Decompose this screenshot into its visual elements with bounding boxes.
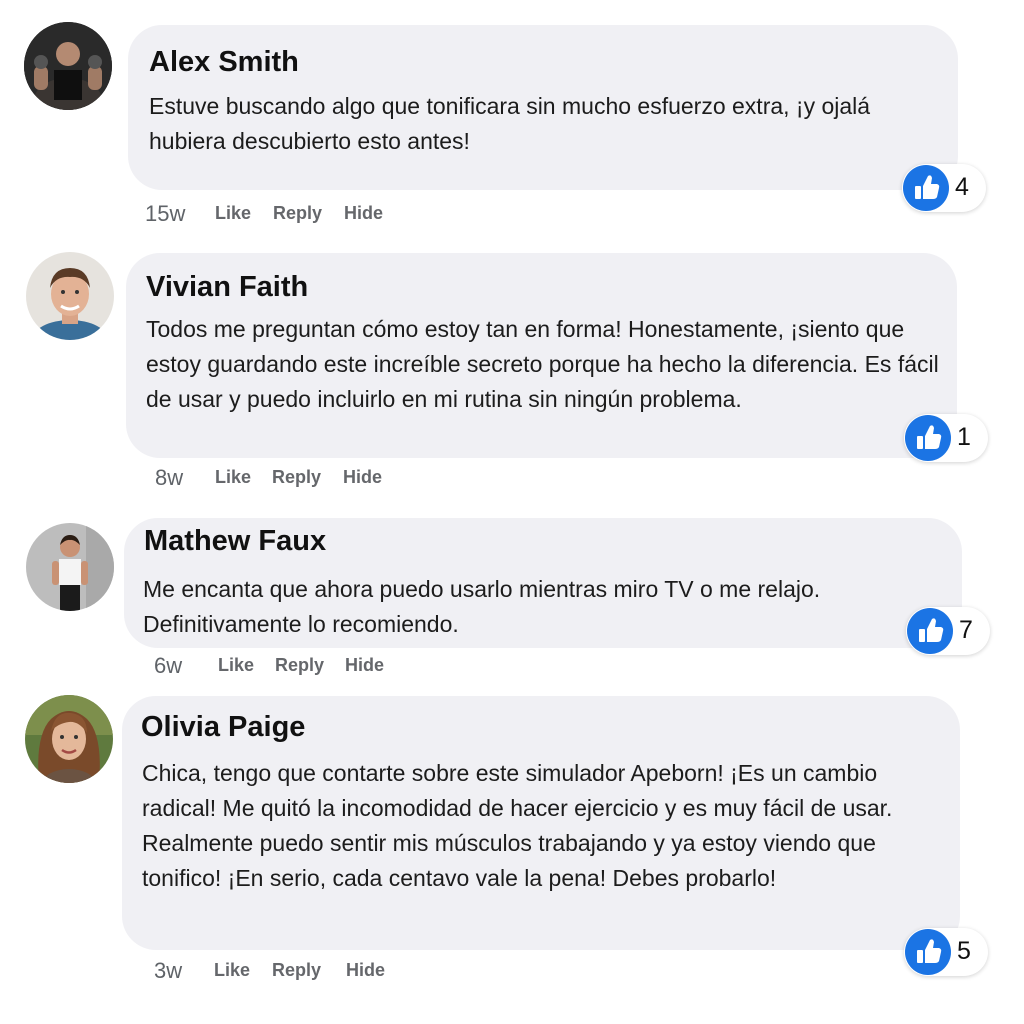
hide-button[interactable]: Hide (346, 960, 385, 981)
like-button[interactable]: Like (214, 960, 250, 981)
comment-text: Estuve buscando algo que tonificara sin … (149, 93, 871, 154)
like-button[interactable]: Like (215, 467, 251, 488)
comment-text: Todos me preguntan cómo estoy tan en for… (146, 316, 939, 412)
reply-button[interactable]: Reply (272, 960, 321, 981)
comment-text: Chica, tengo que contarte sobre este sim… (142, 760, 893, 891)
reply-button[interactable]: Reply (273, 203, 322, 224)
like-button[interactable]: Like (215, 203, 251, 224)
avatar[interactable] (25, 695, 113, 783)
comment-author[interactable]: Mathew Faux (144, 525, 326, 558)
comment-timestamp[interactable]: 3w (154, 958, 182, 984)
thumbs-up-icon (907, 608, 953, 654)
like-button[interactable]: Like (218, 655, 254, 676)
avatar[interactable] (24, 22, 112, 110)
avatar[interactable] (26, 523, 114, 611)
comment-author[interactable]: Alex Smith (149, 46, 299, 79)
avatar[interactable] (26, 252, 114, 340)
comment-timestamp[interactable]: 8w (155, 465, 183, 491)
reply-button[interactable]: Reply (275, 655, 324, 676)
reaction-badge[interactable]: 4 (902, 164, 986, 212)
comment-timestamp[interactable]: 15w (145, 201, 185, 227)
hide-button[interactable]: Hide (344, 203, 383, 224)
like-count: 5 (957, 937, 971, 965)
comment-author[interactable]: Olivia Paige (141, 711, 305, 744)
like-count: 1 (957, 423, 971, 451)
reaction-badge[interactable]: 1 (904, 414, 988, 462)
thumbs-up-icon (905, 415, 951, 461)
comment-author[interactable]: Vivian Faith (146, 271, 308, 304)
reaction-badge[interactable]: 7 (906, 607, 990, 655)
like-count: 4 (955, 173, 969, 201)
like-count: 7 (959, 616, 973, 644)
reaction-badge[interactable]: 5 (904, 928, 988, 976)
comment-timestamp[interactable]: 6w (154, 653, 182, 679)
hide-button[interactable]: Hide (343, 467, 382, 488)
comment-text: Me encanta que ahora puedo usarlo mientr… (143, 576, 821, 637)
thumbs-up-icon (905, 929, 951, 975)
thumbs-up-icon (903, 165, 949, 211)
hide-button[interactable]: Hide (345, 655, 384, 676)
reply-button[interactable]: Reply (272, 467, 321, 488)
